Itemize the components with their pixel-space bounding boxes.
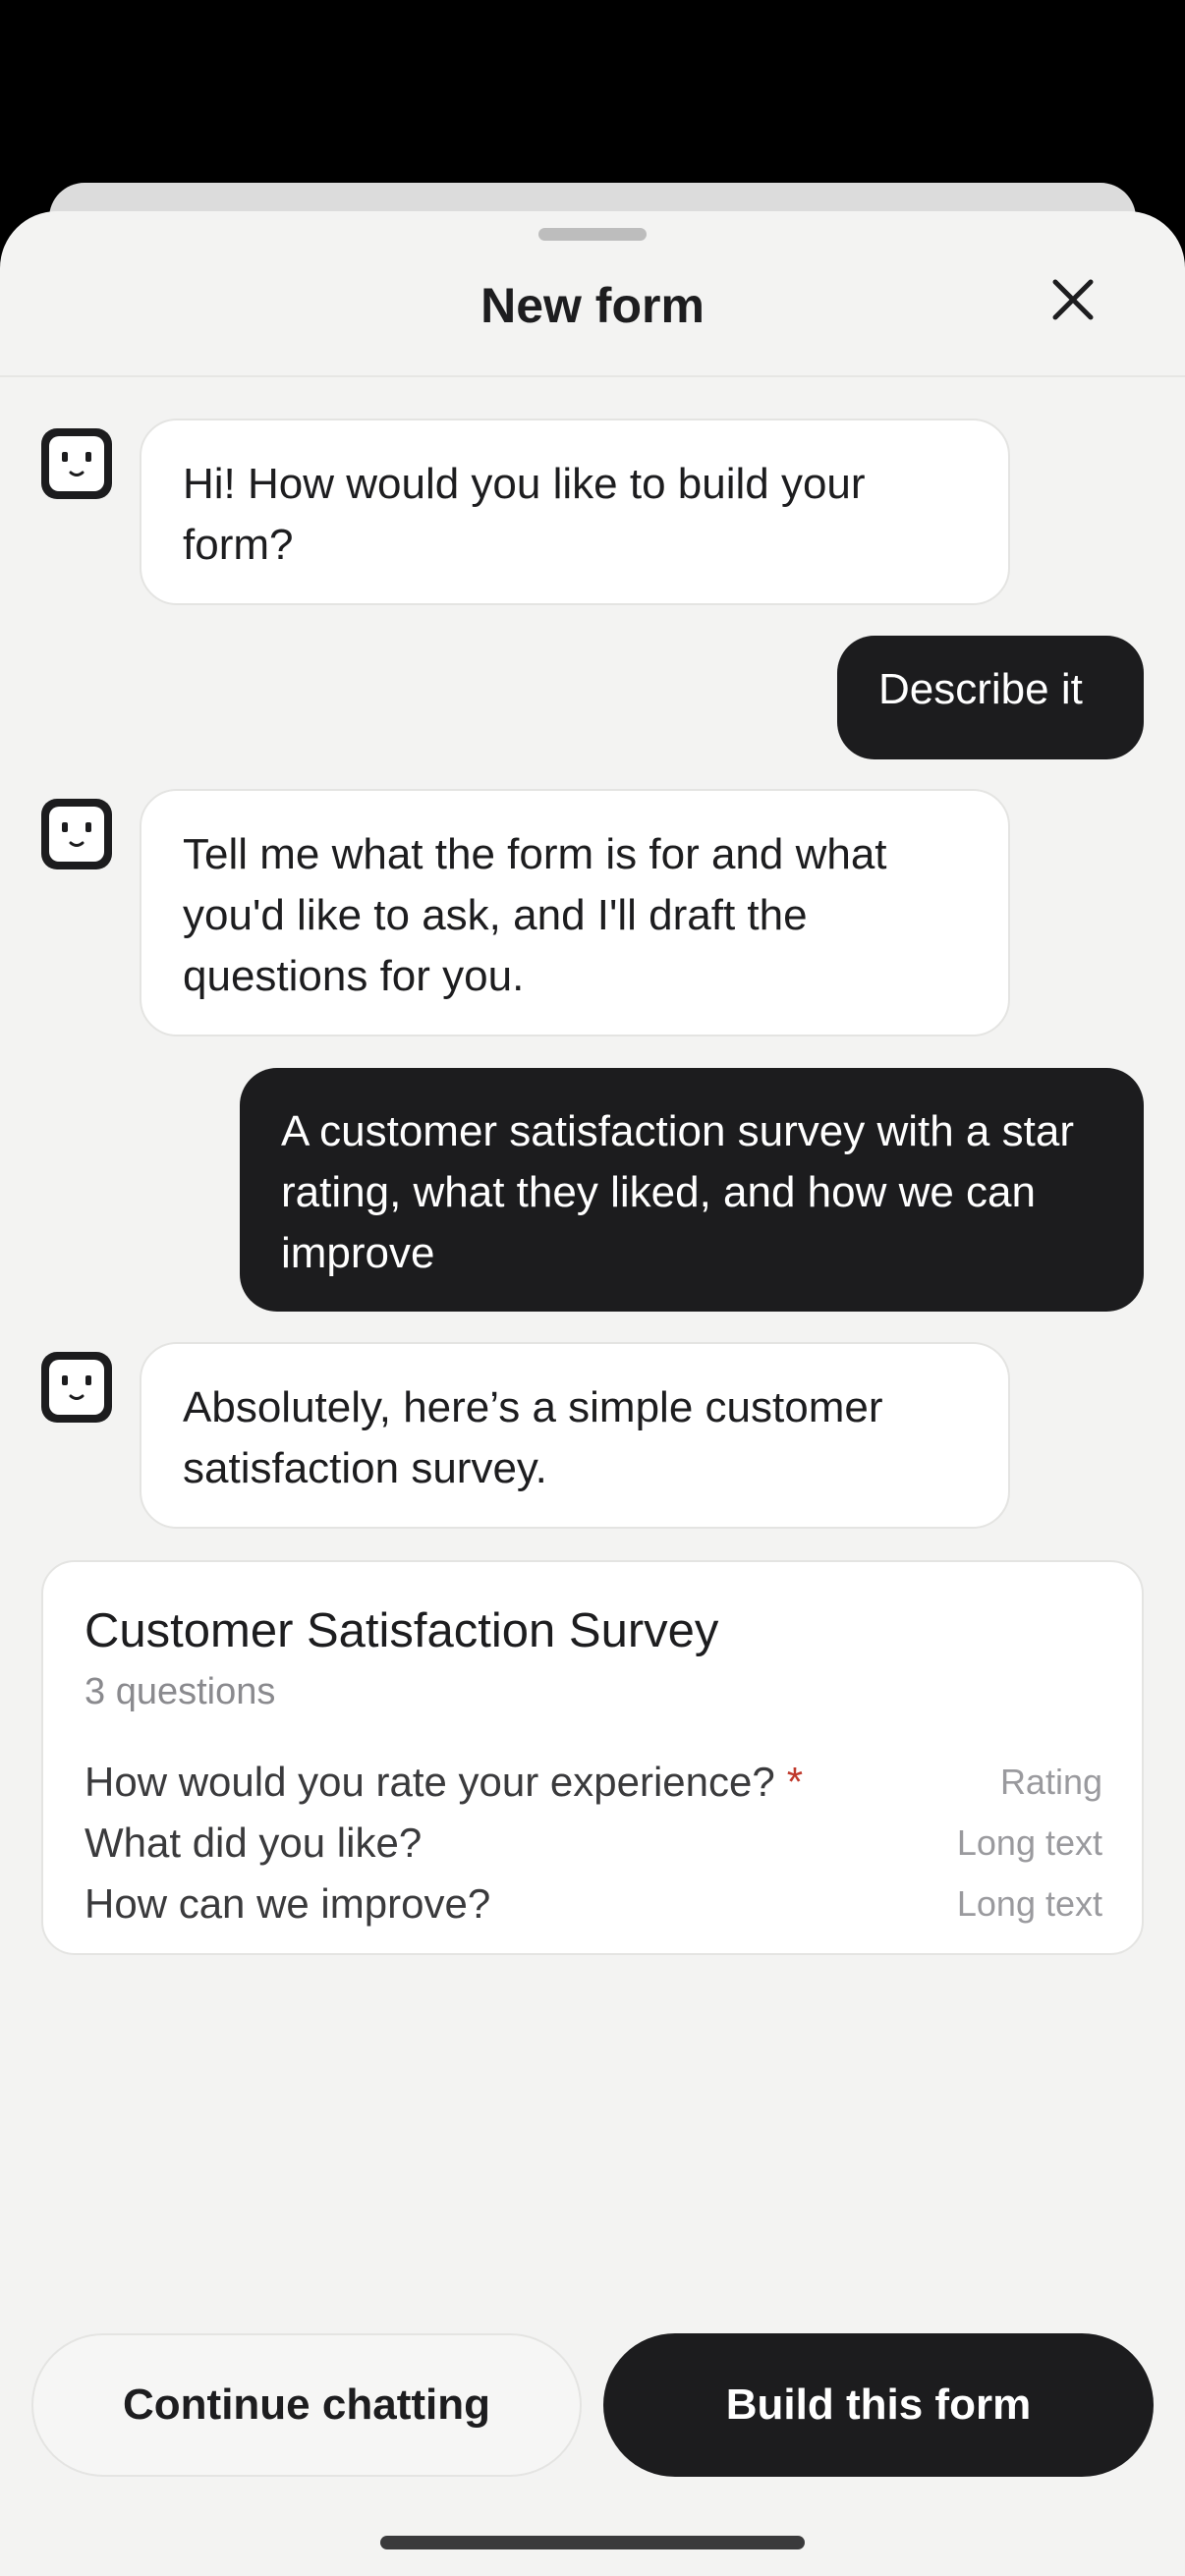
home-indicator[interactable] <box>380 2536 805 2549</box>
question-type: Long text <box>956 1822 1102 1863</box>
user-message: A customer satisfaction survey with a st… <box>240 1068 1144 1312</box>
user-message: Describe it <box>837 636 1144 759</box>
question-text: What did you like? <box>85 1820 423 1866</box>
close-icon <box>1052 279 1094 320</box>
question-text: How can we improve? <box>85 1880 491 1927</box>
close-button[interactable] <box>1044 270 1102 329</box>
question-type: Long text <box>956 1883 1102 1924</box>
question-row: What did you like? Long text <box>85 1816 1102 1871</box>
assistant-message: Tell me what the form is for and what yo… <box>140 789 1010 1036</box>
user-message-text: A customer satisfaction survey with a st… <box>281 1107 1074 1277</box>
assistant-avatar-icon <box>37 424 116 503</box>
assistant-message: Hi! How would you like to build your for… <box>140 419 1010 605</box>
assistant-avatar-icon <box>37 1348 116 1427</box>
screen: New form Hi! How would you like to build… <box>0 0 1185 2576</box>
assistant-message-text: Tell me what the form is for and what yo… <box>183 830 887 1000</box>
form-preview-question-count: 3 questions <box>85 1671 276 1712</box>
question-row: How would you rate your experience? * Rat… <box>85 1755 1102 1810</box>
user-message-text: Describe it <box>878 665 1083 713</box>
form-preview-title: Customer Satisfaction Survey <box>85 1604 719 1657</box>
form-preview-card[interactable]: Customer Satisfaction Survey 3 questions… <box>41 1560 1144 1955</box>
required-indicator: * <box>786 1759 804 1805</box>
question-type: Rating <box>999 1762 1102 1802</box>
assistant-message-text: Absolutely, here’s a simple customer sat… <box>183 1383 883 1492</box>
continue-chatting-button[interactable]: Continue chatting <box>31 2333 582 2477</box>
header-divider <box>0 375 1185 377</box>
sheet-title: New form <box>480 278 705 333</box>
new-form-sheet: New form Hi! How would you like to build… <box>0 211 1185 2576</box>
assistant-avatar-icon <box>37 795 116 873</box>
sheet-grabber[interactable] <box>538 228 647 241</box>
question-text-wrapper: How would you rate your experience? * <box>85 1755 803 1810</box>
build-form-button[interactable]: Build this form <box>603 2333 1154 2477</box>
question-text: How would you rate your experience? <box>85 1759 775 1805</box>
assistant-message-text: Hi! How would you like to build your for… <box>183 460 866 569</box>
assistant-message: Absolutely, here’s a simple customer sat… <box>140 1342 1010 1529</box>
question-row: How can we improve? Long text <box>85 1876 1102 1932</box>
